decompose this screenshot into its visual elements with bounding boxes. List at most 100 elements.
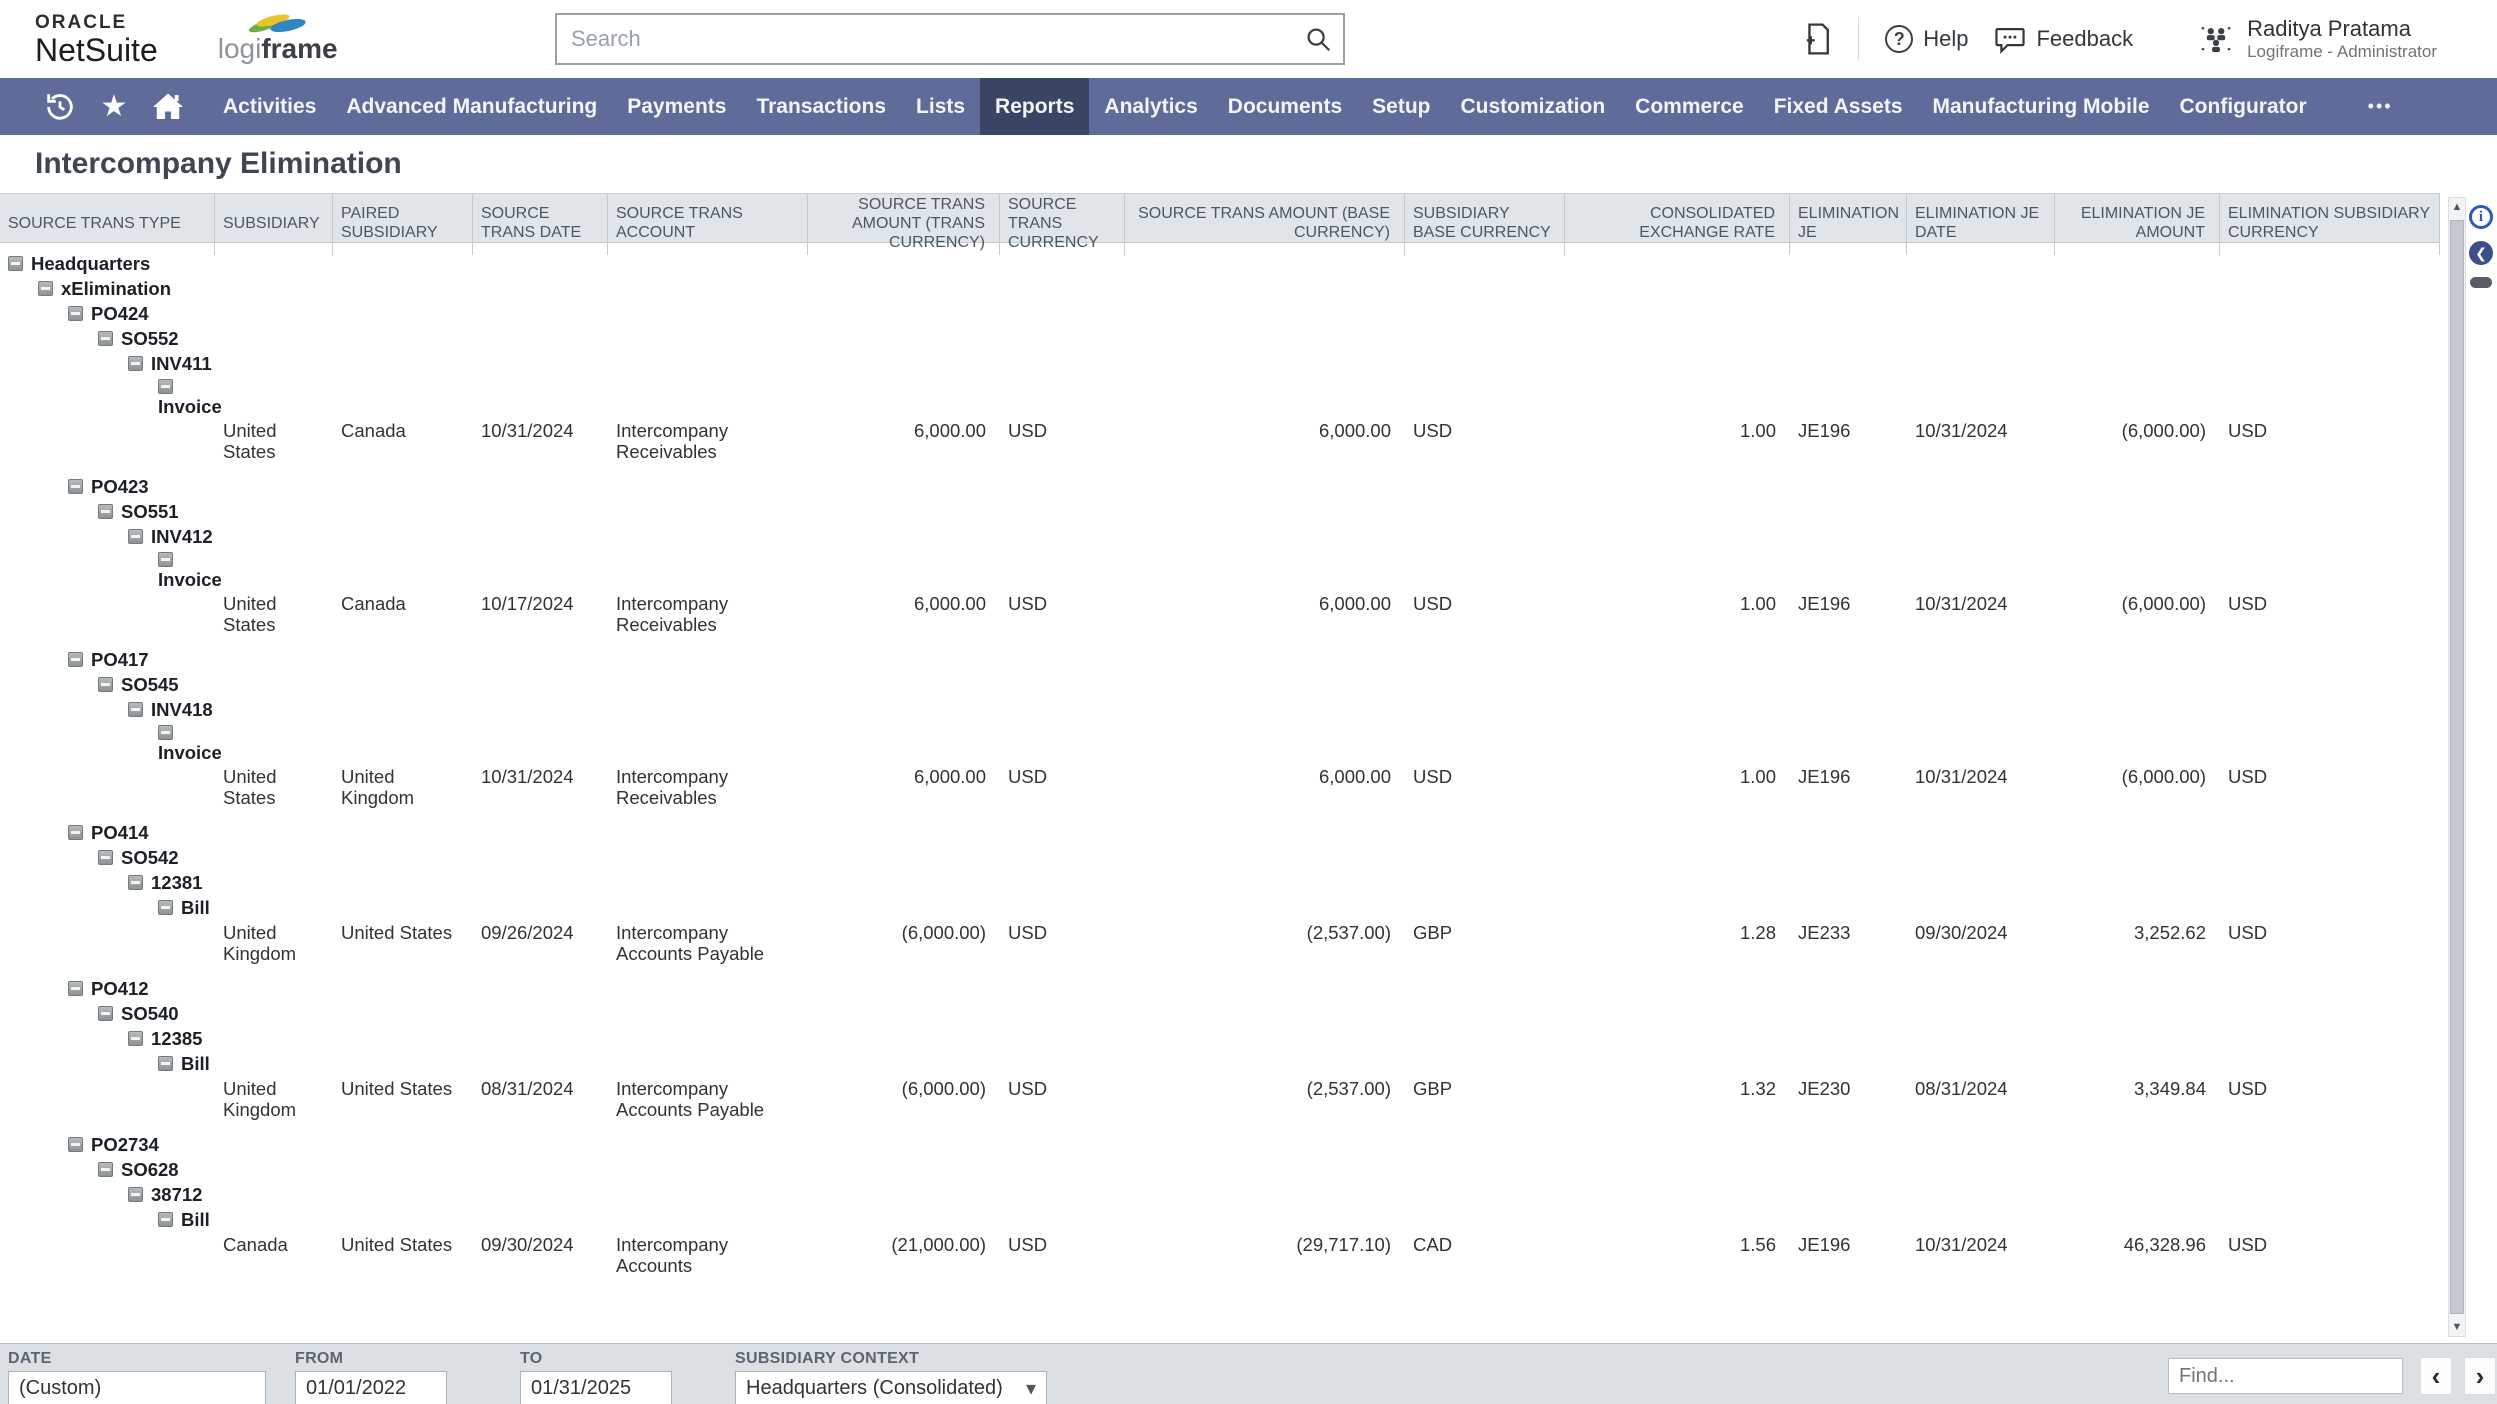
- nav-item-fixed-assets[interactable]: Fixed Assets: [1759, 78, 1918, 135]
- tree-node-so542[interactable]: SO542: [121, 847, 179, 869]
- column-header-source-trans-amount-trans-currency[interactable]: SOURCE TRANS AMOUNT (TRANS CURRENCY): [808, 194, 1000, 255]
- collapse-icon[interactable]: [128, 356, 143, 371]
- collapse-icon[interactable]: [128, 1031, 143, 1046]
- collapse-icon[interactable]: [158, 900, 173, 915]
- tree-node-po424[interactable]: PO424: [91, 303, 149, 325]
- collapse-icon[interactable]: [128, 1187, 143, 1202]
- tree-node-inv411[interactable]: INV411: [151, 353, 212, 375]
- search-icon[interactable]: [1303, 24, 1333, 54]
- column-header-elimination-je-amount[interactable]: ELIMINATION JE AMOUNT: [2055, 194, 2220, 255]
- collapse-icon[interactable]: [98, 1162, 113, 1177]
- tree-node-po412-bill[interactable]: Bill: [181, 1053, 210, 1075]
- prev-page-button[interactable]: ‹: [2420, 1357, 2452, 1395]
- nav-item-analytics[interactable]: Analytics: [1089, 78, 1212, 135]
- tree-node-inv412[interactable]: INV412: [151, 526, 213, 548]
- scroll-down-arrow[interactable]: ▼: [2449, 1321, 2465, 1333]
- column-header-elimination-je-date[interactable]: ELIMINATION JE DATE: [1907, 194, 2055, 255]
- collapse-panel-icon[interactable]: ❮: [2469, 241, 2493, 265]
- next-page-button[interactable]: ›: [2464, 1357, 2496, 1395]
- nav-item-configurator[interactable]: Configurator: [2165, 78, 2322, 135]
- collapse-icon[interactable]: [158, 378, 173, 394]
- help-menu[interactable]: ? Help: [1885, 25, 1968, 53]
- collapse-icon[interactable]: [68, 306, 83, 321]
- collapse-icon[interactable]: [158, 1212, 173, 1227]
- column-header-elimination-subsidiary-currency[interactable]: ELIMINATION SUBSIDIARY CURRENCY: [2220, 194, 2440, 255]
- tree-node-38712[interactable]: 38712: [151, 1184, 202, 1206]
- nav-item-lists[interactable]: Lists: [901, 78, 980, 135]
- tree-node-so628[interactable]: SO628: [121, 1159, 179, 1181]
- collapse-icon[interactable]: [98, 331, 113, 346]
- column-header-subsidiary-base-currency[interactable]: SUBSIDIARY BASE CURRENCY: [1405, 194, 1565, 255]
- tree-node-po417-invoice[interactable]: Invoice: [158, 742, 222, 764]
- collapse-icon[interactable]: [68, 652, 83, 667]
- recent-records-icon[interactable]: [40, 87, 80, 127]
- search-input[interactable]: [555, 13, 1345, 65]
- find-input[interactable]: [2168, 1358, 2403, 1394]
- collapse-icon[interactable]: [98, 504, 113, 519]
- collapse-icon[interactable]: [128, 529, 143, 544]
- nav-item-payments[interactable]: Payments: [612, 78, 741, 135]
- collapse-icon[interactable]: [68, 825, 83, 840]
- nav-item-manufacturing-mobile[interactable]: Manufacturing Mobile: [1918, 78, 2165, 135]
- column-header-source-trans-account[interactable]: SOURCE TRANS ACCOUNT: [608, 194, 808, 255]
- nav-item-activities[interactable]: Activities: [208, 78, 331, 135]
- tree-node-po412[interactable]: PO412: [91, 978, 149, 1000]
- home-icon[interactable]: [148, 87, 188, 127]
- user-menu[interactable]: Raditya Pratama Logiframe - Administrato…: [2199, 16, 2437, 62]
- panel-handle[interactable]: [2470, 277, 2492, 288]
- collapse-icon[interactable]: [128, 702, 143, 717]
- date-filter-input[interactable]: [8, 1371, 266, 1404]
- tree-node-po423[interactable]: PO423: [91, 476, 149, 498]
- report-info-icon[interactable]: i: [2469, 205, 2493, 229]
- nav-item-advanced-manufacturing[interactable]: Advanced Manufacturing: [331, 78, 612, 135]
- vertical-scrollbar[interactable]: ▲ ▼: [2448, 197, 2466, 1337]
- nav-item-customization[interactable]: Customization: [1445, 78, 1620, 135]
- tree-node-po2734-bill[interactable]: Bill: [181, 1209, 210, 1231]
- collapse-icon[interactable]: [158, 724, 173, 740]
- tree-node-12381[interactable]: 12381: [151, 872, 202, 894]
- collapse-icon[interactable]: [158, 551, 173, 567]
- tree-node-so545[interactable]: SO545: [121, 674, 179, 696]
- tree-node-xelimination[interactable]: xElimination: [61, 278, 171, 300]
- tree-node-inv418[interactable]: INV418: [151, 699, 213, 721]
- netsuite-logo[interactable]: ORACLE NetSuite: [35, 13, 158, 66]
- tree-node-po2734[interactable]: PO2734: [91, 1134, 159, 1156]
- collapse-icon[interactable]: [68, 1137, 83, 1152]
- nav-item-transactions[interactable]: Transactions: [741, 78, 901, 135]
- tree-node-po424-invoice[interactable]: Invoice: [158, 396, 222, 418]
- collapse-icon[interactable]: [38, 281, 53, 296]
- collapse-icon[interactable]: [98, 1006, 113, 1021]
- feedback-menu[interactable]: Feedback: [1994, 24, 2133, 54]
- collapse-icon[interactable]: [98, 677, 113, 692]
- collapse-icon[interactable]: [8, 256, 23, 271]
- column-header-source-trans-date[interactable]: SOURCE TRANS DATE: [473, 194, 608, 255]
- nav-item-reports[interactable]: Reports: [980, 78, 1090, 135]
- column-header-paired-subsidiary[interactable]: PAIRED SUBSIDIARY: [333, 194, 473, 255]
- to-date-input[interactable]: [520, 1371, 672, 1404]
- tree-node-so540[interactable]: SO540: [121, 1003, 179, 1025]
- tree-node-po414[interactable]: PO414: [91, 822, 149, 844]
- collapse-icon[interactable]: [158, 1056, 173, 1071]
- scroll-up-arrow[interactable]: ▲: [2449, 201, 2465, 213]
- from-date-input[interactable]: [295, 1371, 447, 1404]
- collapse-icon[interactable]: [68, 981, 83, 996]
- column-header-source-trans-currency[interactable]: SOURCE TRANS CURRENCY: [1000, 194, 1125, 255]
- scrollbar-thumb[interactable]: [2450, 220, 2464, 1314]
- column-header-subsidiary[interactable]: SUBSIDIARY: [215, 194, 333, 255]
- nav-item-setup[interactable]: Setup: [1357, 78, 1445, 135]
- collapse-icon[interactable]: [128, 875, 143, 890]
- column-header-elimination-je[interactable]: ELIMINATION JE: [1790, 194, 1907, 255]
- nav-overflow-icon[interactable]: •••: [2350, 78, 2411, 135]
- tree-node-po417[interactable]: PO417: [91, 649, 149, 671]
- tree-node-so552[interactable]: SO552: [121, 328, 179, 350]
- add-record-icon[interactable]: [1800, 22, 1832, 56]
- nav-item-commerce[interactable]: Commerce: [1620, 78, 1759, 135]
- column-header-source-trans-amount-base-currency[interactable]: SOURCE TRANS AMOUNT (BASE CURRENCY): [1125, 194, 1405, 255]
- shortcuts-star-icon[interactable]: ★: [94, 87, 134, 127]
- collapse-icon[interactable]: [98, 850, 113, 865]
- tree-node-headquarters[interactable]: Headquarters: [31, 253, 150, 275]
- nav-item-documents[interactable]: Documents: [1213, 78, 1357, 135]
- tree-node-so551[interactable]: SO551: [121, 501, 179, 523]
- tree-node-12385[interactable]: 12385: [151, 1028, 202, 1050]
- column-header-source-trans-type[interactable]: SOURCE TRANS TYPE: [0, 194, 215, 255]
